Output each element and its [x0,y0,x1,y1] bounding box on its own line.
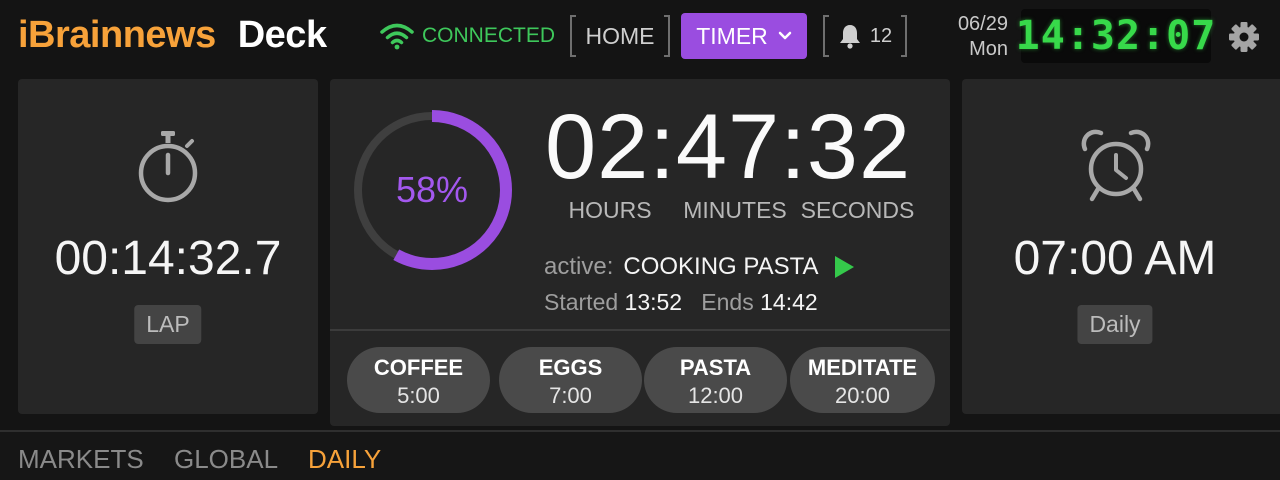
tab-markets[interactable]: MARKETS [18,444,144,475]
unit-minutes-label: MINUTES [683,197,787,223]
divider [330,329,950,331]
preset-eggs-button[interactable]: EGGS 7:00 [499,347,642,413]
preset-pasta-button[interactable]: PASTA 12:00 [644,347,787,413]
active-label: active: [544,253,614,280]
play-icon[interactable] [834,256,854,278]
home-button-label: HOME [585,22,655,49]
started-label: Started [544,289,619,315]
preset-time: 12:00 [687,383,744,408]
brand-name-primary: iBrainnews [18,14,216,56]
preset-name: EGGS [538,355,603,380]
tab-daily[interactable]: DAILY [308,444,381,480]
date-text: 06/29 [957,13,1008,35]
stopwatch-time: 00:14:32.7 [54,232,282,285]
timer-button-label: TIMER [696,22,768,49]
chevron-down-icon [778,31,792,40]
timer-dropdown-button[interactable]: TIMER [681,13,807,59]
weekday-text: Mon [969,38,1008,60]
progress-percent: 58% [395,169,469,210]
preset-coffee-button[interactable]: COFFEE 5:00 [347,347,490,413]
wifi-icon [380,23,414,50]
clock-time: 14:32:07 [1015,13,1217,59]
unit-seconds-label: SECONDS [800,197,915,223]
countdown-time: 02:47:32 [545,96,912,198]
ends-time: 14:42 [760,289,818,315]
gear-icon[interactable] [1227,20,1261,54]
tab-global[interactable]: GLOBAL [174,444,278,475]
unit-hours-label: HOURS [568,197,652,223]
connection-label: CONNECTED [422,24,556,47]
bottom-tab-bar: MARKETS GLOBAL DAILY [0,430,1280,480]
active-timer-name: COOKING PASTA [623,253,819,280]
preset-name: COFFEE [373,355,464,380]
preset-time: 5:00 [397,383,440,408]
lap-button[interactable]: LAP [134,305,202,344]
alarm-clock-icon [1081,129,1151,202]
stopwatch-icon [138,131,198,203]
started-time: 13:52 [624,289,683,315]
alarm-time: 07:00 AM [1013,232,1217,285]
notifications-count: 12 [869,24,893,47]
connection-status: CONNECTED [380,22,555,50]
stopwatch-panel[interactable]: 00:14:32.7 LAP [18,79,318,414]
preset-name: PASTA [679,355,752,380]
digital-clock: 14:32:07 [1016,9,1215,63]
date-display: 06/29 Mon [940,12,1008,62]
timer-panel: 58% 02:47:32 HOURS MINUTES SECONDS activ… [330,79,950,426]
preset-meditate-button[interactable]: MEDITATE 20:00 [790,347,935,413]
timer-schedule: Started 13:52 Ends 14:42 [544,289,818,316]
brand-name-secondary: Deck [237,14,327,56]
bell-icon [839,25,860,49]
preset-time: 20:00 [834,383,891,408]
ends-label: Ends [701,289,754,315]
preset-name: MEDITATE [807,355,918,380]
app-logo: iBrainnews Deck [18,14,327,57]
alarm-repeat-chip[interactable]: Daily [1077,305,1153,344]
home-button[interactable]: HOME [570,15,670,57]
alarm-panel[interactable]: 07:00 AM Daily [962,79,1280,414]
preset-time: 7:00 [549,383,592,408]
notifications-button[interactable]: 12 [823,15,907,57]
active-timer-info: active: COOKING PASTA [544,253,854,281]
header-bar: iBrainnews Deck CONNECTED HOME TIMER 12 0… [0,0,1280,74]
